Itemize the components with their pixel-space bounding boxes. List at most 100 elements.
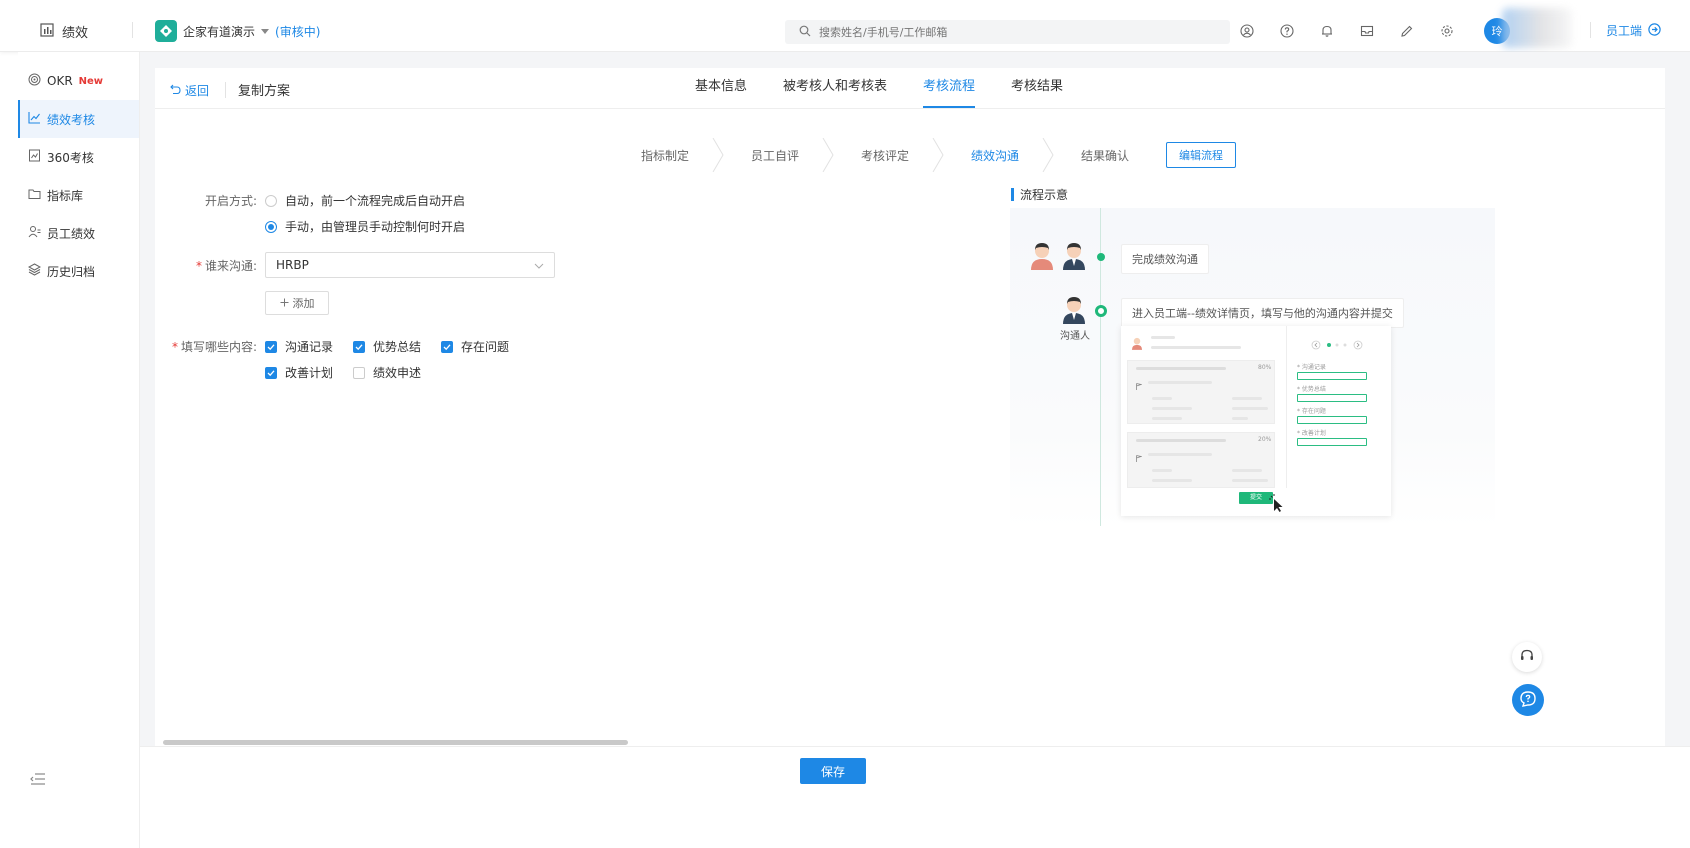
step-result-confirmation[interactable]: 结果确认 [1050, 147, 1160, 164]
sidebar-item-indicator-library[interactable]: 指标库 [18, 176, 139, 214]
checkbox[interactable] [353, 340, 365, 353]
placeholder-line [1136, 439, 1226, 442]
sidebar-item-label: 历史归档 [47, 264, 96, 279]
sidebar-item-label: 360考核 [47, 150, 94, 165]
back-link[interactable]: 返回 [170, 82, 209, 99]
edit-flow-button[interactable]: 编辑流程 [1166, 142, 1236, 168]
tab-review-results[interactable]: 考核结果 [1011, 68, 1063, 108]
radio-auto[interactable] [265, 194, 277, 207]
open-auto-option[interactable]: 自动，前一个流程完成后自动开启 [265, 192, 465, 209]
content-row: * 填写哪些内容: 沟通记录 优势总结 存在问题 [155, 338, 529, 355]
undo-arrow-icon [170, 84, 181, 98]
top-icons [1238, 22, 1456, 40]
timeline-dot [1097, 253, 1105, 261]
divider [225, 82, 226, 98]
username-blurred [1502, 8, 1572, 48]
chevron-down-icon [534, 258, 544, 272]
timeline-dot-active [1095, 305, 1107, 317]
preview-field-label: * 优势总结 [1297, 386, 1326, 393]
who-communicates-row: * 谁来沟通: HRBP [155, 252, 555, 278]
horizontal-scrollbar[interactable] [163, 740, 628, 745]
who-communicates-select[interactable]: HRBP [265, 252, 555, 278]
tab-basic-info[interactable]: 基本信息 [695, 68, 747, 108]
checkbox[interactable] [441, 340, 453, 353]
communicator-label: 沟通人 [1060, 331, 1090, 342]
placeholder-line [1232, 397, 1262, 400]
checkbox[interactable] [265, 366, 277, 379]
bell-icon[interactable] [1318, 22, 1336, 40]
tab-reviewees-and-forms[interactable]: 被考核人和考核表 [783, 68, 887, 108]
new-badge: New [78, 75, 104, 87]
title-accent-bar [1011, 188, 1014, 201]
save-button[interactable]: 保存 [800, 758, 866, 784]
gear-icon[interactable] [1438, 22, 1456, 40]
flow-diagram-title: 流程示意 [1011, 186, 1068, 203]
tab-review-process[interactable]: 考核流程 [923, 68, 976, 108]
company-name: 企家有道演示 [183, 24, 256, 39]
footer-bar [140, 746, 1690, 848]
inbox-icon[interactable] [1358, 22, 1376, 40]
folder-icon [28, 187, 41, 203]
flow-step-complete-card: 完成绩效沟通 [1121, 244, 1209, 274]
step-indicator-setting[interactable]: 指标制定 [610, 137, 724, 172]
customer-service-button[interactable] [1512, 642, 1542, 672]
placeholder-line [1232, 417, 1248, 420]
checkbox-performance-appeal[interactable]: 绩效申述 [353, 364, 441, 381]
check-icon [267, 343, 275, 350]
checkbox-communication-record[interactable]: 沟通记录 [265, 338, 353, 355]
sidebar-item-employee-performance[interactable]: 员工绩效 [18, 214, 139, 252]
company-status: (审核中) [275, 24, 321, 39]
help-chat-button[interactable] [1512, 684, 1544, 716]
step-label: 绩效沟通 [970, 148, 1019, 163]
employee-portal-label: 员工端 [1606, 24, 1643, 38]
step-self-evaluation[interactable]: 员工自评 [720, 137, 834, 172]
layers-icon [27, 263, 42, 279]
avatar-icon [1131, 337, 1143, 350]
arrow-right-circle-icon [1648, 22, 1661, 39]
sidebar-item-360-review[interactable]: 360考核 [18, 138, 139, 176]
placeholder-line [1152, 417, 1182, 420]
checkbox[interactable] [265, 340, 277, 353]
search-input[interactable] [819, 25, 1199, 39]
check-icon [443, 343, 451, 350]
checkbox-improvement-plan[interactable]: 改善计划 [265, 364, 353, 381]
checkbox[interactable] [353, 366, 365, 379]
search-box[interactable] [785, 20, 1230, 44]
content-row-2: 改善计划 绩效申述 [265, 364, 441, 381]
preview-percent: 80% [1258, 364, 1272, 371]
headset-icon [1519, 648, 1535, 667]
preview-field [1297, 438, 1367, 446]
pen-icon[interactable] [1398, 22, 1416, 40]
checkbox-strength-summary[interactable]: 优势总结 [353, 338, 441, 355]
placeholder-line [1232, 469, 1262, 472]
content-label: * 填写哪些内容: [155, 338, 265, 355]
employee-portal-preview: 80% 20% * 沟通记录 * 优势总结 * 存在问题 * 改善计划 提交 [1121, 326, 1391, 516]
who-communicates-value: HRBP [276, 258, 309, 272]
caret-down-icon [261, 24, 270, 38]
cursor-click-icon [1269, 494, 1283, 512]
collapse-sidebar-icon[interactable] [30, 772, 48, 790]
step-performance-communication[interactable]: 绩效沟通 [940, 137, 1054, 172]
step-review-rating[interactable]: 考核评定 [830, 137, 944, 172]
target-icon [28, 73, 41, 89]
sidebar-item-okr[interactable]: OKR New [18, 62, 139, 100]
checkbox-existing-problems[interactable]: 存在问题 [441, 338, 529, 355]
app-title[interactable]: 绩效 [40, 22, 88, 41]
back-label: 返回 [185, 84, 210, 98]
sidebar-item-performance-review[interactable]: 绩效考核 [18, 100, 139, 138]
divider [1590, 22, 1591, 38]
employee-portal-link[interactable]: 员工端 [1606, 22, 1661, 39]
process-stepper: 指标制定 员工自评 考核评定 绩效沟通 结果确认 编辑流程 [610, 137, 1236, 172]
placeholder-line [1148, 381, 1212, 384]
company-logo-icon [155, 20, 177, 42]
add-button[interactable]: 添加 [265, 291, 329, 315]
company-switcher[interactable]: 企家有道演示 (审核中) [155, 20, 320, 42]
radio-manual[interactable] [265, 220, 277, 233]
sidebar-item-history-archive[interactable]: 历史归档 [18, 252, 139, 290]
preview-left: 80% 20% [1121, 326, 1287, 488]
open-auto-text: 自动，前一个流程完成后自动开启 [285, 194, 466, 208]
user-circle-icon[interactable] [1238, 22, 1256, 40]
help-icon[interactable] [1278, 22, 1296, 40]
open-manual-option[interactable]: 手动，由管理员手动控制何时开启 [265, 218, 465, 235]
placeholder-line [1232, 479, 1268, 482]
